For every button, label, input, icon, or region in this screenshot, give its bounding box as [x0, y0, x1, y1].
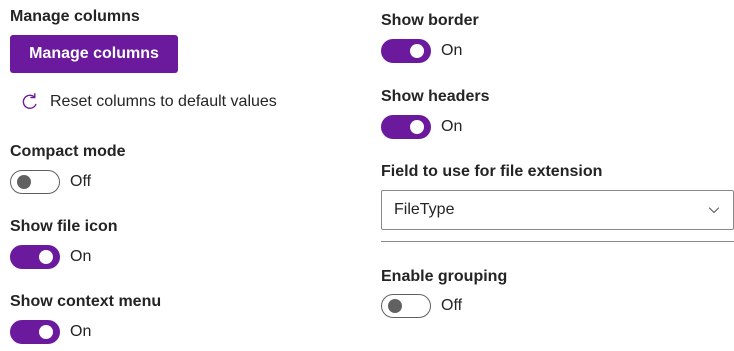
compact-mode-toggle[interactable] [10, 170, 60, 194]
toggle-knob [39, 250, 53, 264]
file-extension-field-label: Field to use for file extension [381, 163, 603, 180]
show-headers-toggle-row: On [381, 115, 462, 139]
show-border-label: Show border [381, 12, 479, 29]
file-extension-dropdown[interactable]: FileType [381, 190, 734, 230]
show-context-menu-toggle[interactable] [10, 320, 60, 344]
enable-grouping-toggle[interactable] [381, 294, 431, 318]
toggle-knob [410, 120, 424, 134]
compact-mode-toggle-row: Off [10, 170, 91, 194]
toggle-knob [17, 175, 31, 189]
show-context-menu-state: On [70, 323, 92, 340]
show-border-state: On [441, 42, 463, 59]
show-headers-state: On [441, 118, 463, 135]
manage-columns-button[interactable]: Manage columns [10, 35, 178, 73]
compact-mode-state: Off [70, 173, 92, 190]
toggle-knob [39, 325, 53, 339]
show-file-icon-label: Show file icon [10, 218, 118, 235]
reset-columns-link[interactable]: Reset columns to default values [20, 92, 277, 112]
show-file-icon-toggle[interactable] [10, 245, 60, 269]
manage-columns-label: Manage columns [10, 8, 140, 25]
show-border-toggle[interactable] [381, 39, 431, 63]
toggle-knob [410, 44, 424, 58]
enable-grouping-label: Enable grouping [381, 268, 508, 285]
show-file-icon-toggle-row: On [10, 245, 91, 269]
enable-grouping-state: Off [441, 297, 463, 314]
enable-grouping-toggle-row: Off [381, 294, 462, 318]
reset-columns-label: Reset columns to default values [50, 93, 277, 110]
show-headers-label: Show headers [381, 88, 490, 105]
chevron-down-icon [707, 203, 721, 217]
section-divider [381, 241, 734, 242]
show-context-menu-label: Show context menu [10, 293, 162, 310]
show-context-menu-toggle-row: On [10, 320, 91, 344]
refresh-icon [20, 92, 40, 112]
file-extension-selected-value: FileType [394, 201, 455, 218]
toggle-knob [388, 299, 402, 313]
show-file-icon-state: On [70, 248, 92, 265]
show-headers-toggle[interactable] [381, 115, 431, 139]
compact-mode-label: Compact mode [10, 143, 126, 160]
show-border-toggle-row: On [381, 39, 462, 63]
